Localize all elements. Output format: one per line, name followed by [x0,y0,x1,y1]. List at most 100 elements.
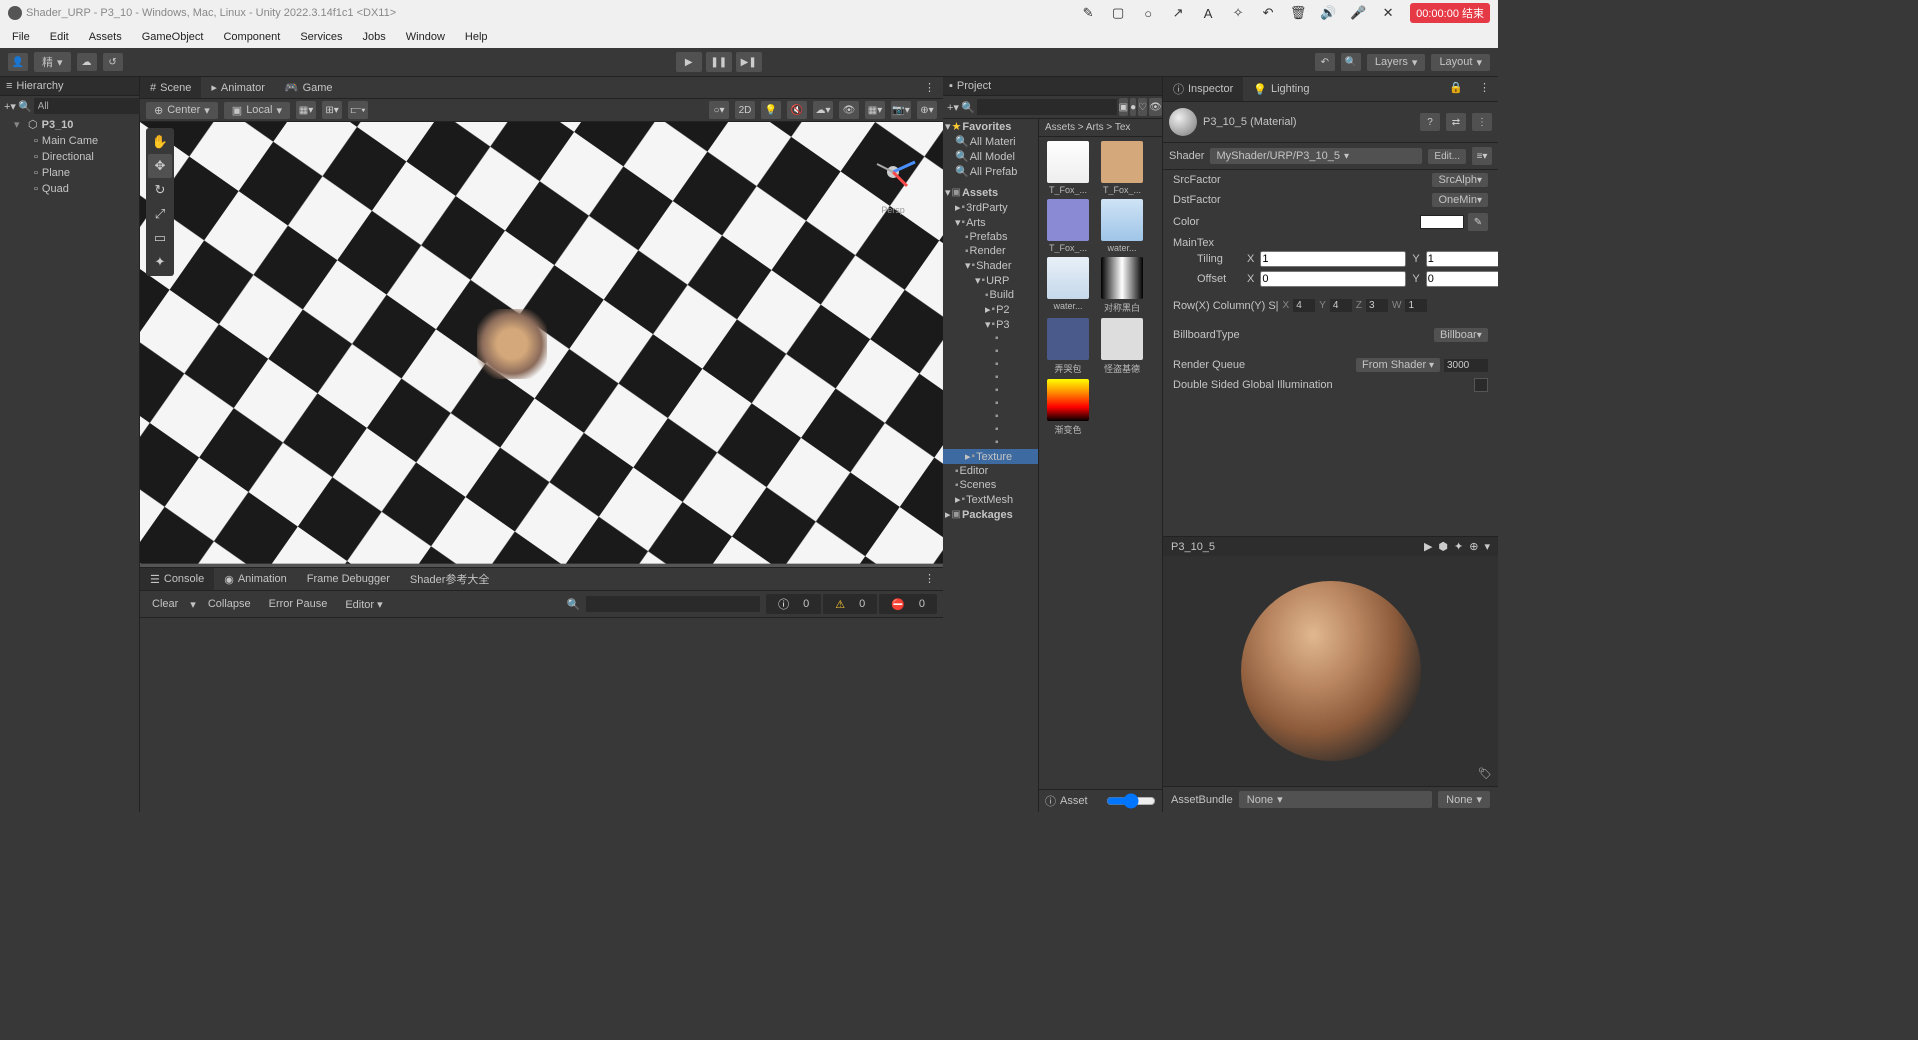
asset-item[interactable]: T_Fox_... [1097,141,1147,195]
grid-snap-icon[interactable]: ▦▾ [296,101,316,119]
arrow-icon[interactable]: ↗ [1170,5,1186,21]
cloud-icon[interactable]: ☁ [77,53,97,71]
tree-p3[interactable]: ▾▪P3 [943,317,1038,332]
menu-assets[interactable]: Assets [81,28,130,46]
preview-viewport[interactable]: 🏷 [1163,556,1498,786]
move-tool[interactable]: ✥ [148,154,172,178]
menu-gameobject[interactable]: GameObject [134,28,212,46]
scene-row[interactable]: ▾⬡P3_10 [0,116,139,133]
menu-window[interactable]: Window [398,28,453,46]
tiling-x-input[interactable] [1260,251,1406,267]
record-timer[interactable]: 00:00:00 结束 [1410,3,1490,23]
play-button[interactable]: ▶ [676,52,702,72]
grid-size-slider[interactable] [1106,793,1156,809]
tab-animator[interactable]: ▸ Animator [201,77,275,98]
tab-console[interactable]: ☰ Console [140,568,214,590]
pause-button[interactable]: ❚❚ [706,52,732,72]
tree-render[interactable]: ▪Render [943,244,1038,258]
tree-shader[interactable]: ▾▪Shader [943,258,1038,273]
close-icon[interactable]: ✕ [1380,5,1396,21]
rc-w-input[interactable] [1405,299,1427,312]
hidden-toggle-icon[interactable]: 👁 [839,101,859,119]
square-icon[interactable]: ▢ [1110,5,1126,21]
scale-tool[interactable]: ⤢ [148,202,172,226]
account-icon[interactable]: 👤 [8,53,28,71]
asset-item[interactable]: water... [1043,257,1093,314]
tree-all-materials[interactable]: 🔍All Materi [943,134,1038,149]
text-icon[interactable]: A [1200,5,1216,21]
save-search-icon[interactable]: ♡ [1138,98,1147,116]
layout-dropdown[interactable]: Layout ▾ [1431,54,1490,71]
error-pause-button[interactable]: Error Pause [263,596,334,612]
inspector-lock-icon[interactable]: 🔒 [1441,77,1471,101]
warn-count[interactable]: ⚠ 0 [823,594,877,614]
inspector-menu-icon[interactable]: ⋮ [1471,77,1498,101]
menu-jobs[interactable]: Jobs [355,28,394,46]
tree-p3-item[interactable]: ▪ [943,410,1038,423]
tiling-y-input[interactable] [1426,251,1498,267]
gameobject-plane[interactable]: ▫Plane [0,165,139,181]
shader-menu-icon[interactable]: ≡▾ [1472,147,1492,165]
increment-snap-icon[interactable]: ⊞▾ [322,101,342,119]
rc-y-input[interactable] [1330,299,1352,312]
rc-x-input[interactable] [1293,299,1315,312]
tree-textures[interactable]: ▸▪Texture [943,449,1038,464]
search-by-label-icon[interactable]: ● [1130,98,1136,116]
tree-scenes[interactable]: ▪Scenes [943,478,1038,492]
menu-edit[interactable]: Edit [42,28,77,46]
tree-all-models[interactable]: 🔍All Model [943,149,1038,164]
project-breadcrumb[interactable]: Assets > Arts > Tex [1039,119,1162,137]
undo-icon[interactable]: ↶ [1260,5,1276,21]
sprite-quad[interactable] [477,309,547,379]
tab-game[interactable]: 🎮 Game [275,77,343,98]
preview-label-icon[interactable]: 🏷 [1478,767,1492,780]
fx-toggle-icon[interactable]: ☁▾ [813,101,833,119]
asset-item[interactable]: 对称黑白 [1097,257,1147,314]
doublesided-checkbox[interactable] [1474,378,1488,392]
billboard-dropdown[interactable]: Billboar▾ [1434,328,1488,342]
tree-p2[interactable]: ▸▪P2 [943,302,1038,317]
menu-help[interactable]: Help [457,28,496,46]
offset-x-input[interactable] [1260,271,1406,287]
light-toggle-icon[interactable]: 💡 [761,101,781,119]
tree-packages[interactable]: ▸▣Packages [943,507,1038,522]
local-dropdown[interactable]: ▣Local ▾ [224,102,290,119]
hidden-packages-icon[interactable]: 👁 [1149,98,1162,116]
preview-wireframe-icon[interactable]: ⊕ [1469,540,1478,553]
color-swatch[interactable] [1420,215,1464,229]
tree-arts[interactable]: ▾▪Arts [943,215,1038,230]
tab-lighting[interactable]: 💡 Lighting [1243,77,1319,101]
undo-history-icon[interactable]: ↶ [1315,53,1335,71]
layers-dropdown[interactable]: Layers ▾ [1367,54,1426,71]
asset-item[interactable]: 渐变色 [1043,379,1093,436]
clear-button[interactable]: Clear [146,596,184,612]
pivot-dropdown[interactable]: ⊕Center ▾ [146,102,218,119]
transform-tool[interactable]: ✦ [148,250,172,274]
tab-inspector[interactable]: ⓘ Inspector [1163,77,1243,101]
tab-shader-ref[interactable]: Shader参考大全 [400,568,499,590]
preview-play-icon[interactable]: ▶ [1424,540,1432,553]
tab-scene[interactable]: # Scene [140,77,201,98]
preview-light-icon[interactable]: ✦ [1454,540,1463,553]
account-dropdown[interactable]: 精▾ [34,52,71,72]
preview-mesh-icon[interactable]: ⬢ [1438,540,1448,553]
draw-mode-icon[interactable]: ○▾ [709,101,729,119]
tree-p3-item[interactable]: ▪ [943,384,1038,397]
tab-menu-icon[interactable]: ⋮ [916,77,943,98]
tree-prefabs[interactable]: ▪Prefabs [943,230,1038,244]
tree-3rdparty[interactable]: ▸▪3rdParty [943,200,1038,215]
dstfactor-dropdown[interactable]: OneMin▾ [1432,193,1488,207]
wand-icon[interactable]: ✧ [1230,5,1246,21]
tree-p3-item[interactable]: ▪ [943,397,1038,410]
offset-y-input[interactable] [1426,271,1498,287]
rect-tool[interactable]: ▭ [148,226,172,250]
preview-uv-icon[interactable]: ▾ [1484,540,1490,553]
editor-dropdown[interactable]: Editor ▾ [339,596,388,613]
search-icon[interactable]: 🔍 [1341,53,1361,71]
tree-p3-item[interactable]: ▪ [943,332,1038,345]
console-menu-icon[interactable]: ⋮ [916,568,943,590]
speaker-icon[interactable]: 🔊 [1320,5,1336,21]
console-search[interactable] [586,596,760,612]
asset-item[interactable]: 弄哭包 [1043,318,1093,375]
tree-p3-item[interactable]: ▪ [943,436,1038,449]
